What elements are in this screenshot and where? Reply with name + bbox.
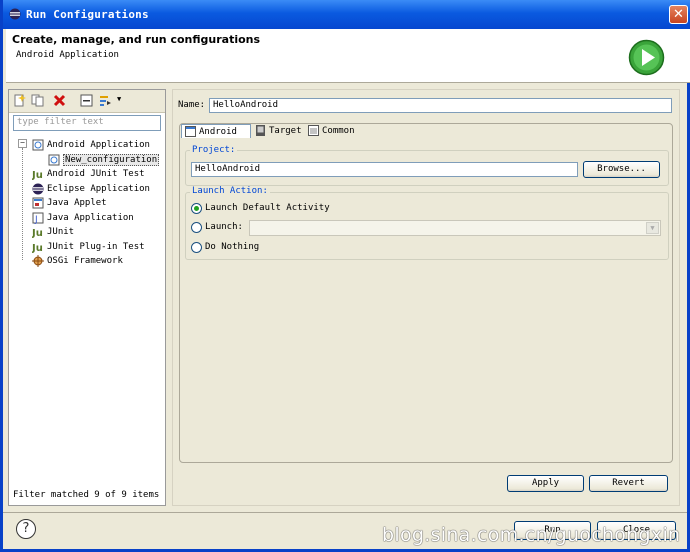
do-nothing-label: Do Nothing [205,242,260,252]
junit-icon: Ju [32,228,43,238]
new-config-icon[interactable] [13,94,26,107]
filter-input[interactable]: type filter text [13,115,161,131]
browse-button[interactable]: Browse... [583,161,660,178]
duplicate-icon[interactable] [31,94,44,107]
config-icon [48,154,60,165]
apply-button[interactable]: Apply [507,475,584,492]
delete-icon[interactable] [53,94,66,107]
chevron-down-icon: ▼ [646,222,659,234]
name-input[interactable]: HelloAndroid [209,98,672,113]
project-field[interactable]: HelloAndroid [191,162,578,177]
tree-item[interactable]: OSGi Framework [32,254,123,268]
tree-item[interactable]: Java Applet [32,196,107,210]
launch-activity-radio[interactable] [191,222,202,233]
junit-plugin-icon: Ju [32,243,43,253]
common-icon [308,125,319,136]
launch-default-activity-radio[interactable] [191,203,202,214]
tab-target[interactable]: Target [252,124,304,138]
close-icon: ✕ [673,7,684,22]
tree-item[interactable]: Ju JUnit [32,225,74,239]
tree-guide-line [22,148,23,260]
name-label: Name: [178,100,206,110]
window-title: Run Configurations [26,8,149,21]
project-group-label: Project: [190,145,238,155]
configuration-list-panel: ▼ type filter text − Android Application… [8,89,166,506]
svg-text:J: J [34,215,38,224]
help-icon[interactable]: ? [16,519,36,539]
footer-separator [3,512,687,513]
applet-icon [32,197,44,208]
config-toolbar: ▼ [9,90,165,113]
title-bar: Run Configurations ✕ [3,0,690,29]
android-app-icon [32,139,44,150]
do-nothing-radio[interactable] [191,242,202,253]
watermark: blog.sina.com.cn/guochongxin [382,524,681,546]
revert-button[interactable]: Revert [589,475,668,492]
dialog-header: Create, manage, and run configurations A… [6,29,690,83]
tree-item[interactable]: Android Application [32,138,150,152]
junit-icon: Ju [32,170,43,180]
filter-status: Filter matched 9 of 9 items [13,490,160,500]
tree-item[interactable]: Ju JUnit Plug-in Test [32,240,145,254]
tree-collapse-toggle[interactable]: − [18,139,27,148]
chevron-down-icon[interactable]: ▼ [117,95,121,103]
android-tab-icon [185,126,196,137]
tab-common[interactable]: Common [305,124,360,138]
svg-text:Ju: Ju [32,243,43,253]
svg-text:Ju: Ju [32,170,43,180]
eclipse-icon [9,8,21,20]
tree-item[interactable]: Eclipse Application [32,182,150,196]
tree-item[interactable]: Ju Android JUnit Test [32,167,145,181]
close-window-button[interactable]: ✕ [669,5,688,24]
svg-text:Ju: Ju [32,228,43,238]
tree-item[interactable]: J Java Application [32,211,134,225]
java-app-icon: J [32,212,44,224]
header-subtitle: Android Application [16,50,119,60]
launch-action-label: Launch Action: [190,186,270,196]
tab-android[interactable]: Android [181,124,251,138]
launch-default-activity-label: Launch Default Activity [205,203,330,213]
filter-icon[interactable] [99,94,112,107]
activity-select[interactable]: ▼ [249,220,661,236]
target-icon [256,125,265,136]
header-title: Create, manage, and run configurations [12,33,261,46]
collapse-all-icon[interactable] [80,94,93,107]
run-icon [628,39,665,76]
launch-activity-label: Launch: [205,222,243,232]
eclipse-icon [32,183,44,194]
osgi-icon [32,254,44,267]
tree-item[interactable]: New_configuration [48,153,160,167]
